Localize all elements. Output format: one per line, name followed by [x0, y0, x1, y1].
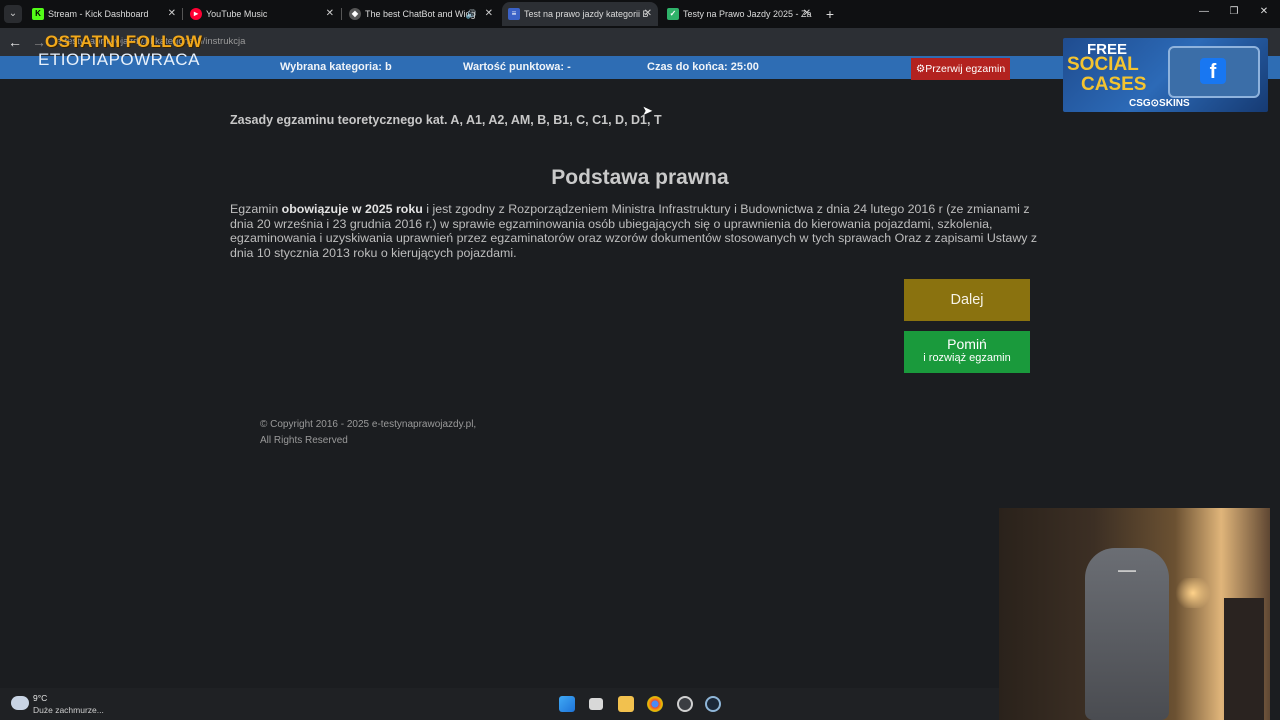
tab-kick-dashboard[interactable]: K Stream - Kick Dashboard ✕: [26, 2, 182, 26]
windows-icon[interactable]: [559, 696, 575, 712]
tab-title: Test na prawo jazdy kategorii B: [524, 9, 649, 19]
tab-youtube-music[interactable]: ▸ YouTube Music ✕: [184, 2, 340, 26]
exam-rules-title: Zasady egzaminu teoretycznego kat. A, A1…: [230, 113, 662, 127]
webcam-feed: ▬▬▬: [999, 508, 1270, 720]
chair-logo: ▬▬▬: [1118, 568, 1136, 574]
close-icon[interactable]: ✕: [168, 2, 176, 26]
ad-brand-logo: CSG⊙SKINS: [1129, 98, 1190, 109]
stream-overlay-name: ETIOPIAPOWRACA: [38, 50, 200, 69]
cloud-icon[interactable]: [11, 696, 29, 710]
close-icon[interactable]: ✕: [485, 2, 493, 26]
lamp-glow: [1173, 578, 1213, 608]
close-icon[interactable]: ✕: [803, 2, 811, 26]
ad-social-text: SOCIAL: [1067, 54, 1139, 75]
window-close-icon[interactable]: ✕: [1254, 6, 1274, 17]
tab-title: YouTube Music: [206, 9, 268, 19]
next-button[interactable]: Dalej: [904, 279, 1030, 321]
stream-follow-overlay: OSTATNI FOLLOW: [45, 32, 203, 51]
new-tab-icon[interactable]: +: [822, 5, 838, 23]
back-arrow-icon[interactable]: ←: [8, 34, 22, 50]
tab-title: The best ChatBot and Widg: [365, 9, 476, 19]
weather-temperature[interactable]: 9°C: [33, 693, 47, 703]
chatbot-icon: ◆: [349, 8, 361, 20]
windows-taskbar: 9°C Duże zachmurze...: [0, 688, 999, 720]
site-favicon-icon: ✓: [667, 8, 679, 20]
minimize-icon[interactable]: —: [1194, 6, 1214, 17]
file-explorer-icon[interactable]: [618, 696, 634, 712]
weather-description[interactable]: Duże zachmurze...: [33, 705, 104, 715]
tab-title: Stream - Kick Dashboard: [48, 9, 149, 19]
legal-basis-text: Egzamin obowiązuje w 2025 roku i jest zg…: [230, 202, 1038, 260]
mouse-cursor-icon: ➤: [642, 103, 653, 118]
tab-testy-prawo-jazdy[interactable]: ✓ Testy na Prawo Jazdy 2025 - Za ✕: [661, 2, 817, 26]
restore-icon[interactable]: ❐: [1224, 6, 1244, 17]
ad-cases-text: CASES: [1081, 74, 1147, 95]
footer-copyright: © Copyright 2016 - 2025 e-testynaprawoja…: [260, 419, 477, 446]
legal-basis-heading: Podstawa prawna: [551, 166, 729, 189]
site-favicon-icon: ≡: [508, 8, 520, 20]
time-remaining: Czas do końca: 25:00: [647, 61, 759, 73]
selected-category: Wybrana kategoria: b: [280, 61, 392, 73]
task-view-icon[interactable]: [589, 698, 603, 710]
steam-icon[interactable]: [705, 696, 721, 712]
youtube-music-icon: ▸: [190, 8, 202, 20]
point-value: Wartość punktowa: -: [463, 61, 571, 73]
forward-arrow-icon[interactable]: →: [32, 34, 46, 50]
gaming-chair: ▬▬▬: [1085, 548, 1169, 720]
speaker-icon[interactable]: 🔊: [466, 2, 477, 26]
chrome-icon[interactable]: [647, 696, 663, 712]
stop-exam-button[interactable]: ⚙Przerwij egzamin: [911, 58, 1010, 80]
shelf: [1224, 598, 1264, 720]
tab-test-prawo-jazdy[interactable]: ≡ Test na prawo jazdy kategorii B ✕: [502, 2, 658, 26]
tab-chatbot[interactable]: ◆ The best ChatBot and Widg 🔊 ✕: [343, 2, 499, 26]
skip-and-solve-button[interactable]: Pomiń i rozwiąż egzamin: [904, 331, 1030, 373]
facebook-icon: f: [1200, 58, 1226, 84]
case-box-image: f: [1168, 46, 1260, 98]
close-icon[interactable]: ✕: [644, 2, 652, 26]
kick-icon: K: [32, 8, 44, 20]
obs-icon[interactable]: [677, 696, 693, 712]
csgo-skins-ad[interactable]: FREE SOCIAL CASES f CSG⊙SKINS: [1063, 38, 1268, 112]
close-icon[interactable]: ✕: [326, 2, 334, 26]
browser-tab-bar: ⌄ K Stream - Kick Dashboard ✕ ▸ YouTube …: [0, 0, 1280, 28]
tab-title: Testy na Prawo Jazdy 2025 - Za: [683, 9, 812, 19]
tab-search-chevron-icon[interactable]: ⌄: [4, 5, 22, 23]
